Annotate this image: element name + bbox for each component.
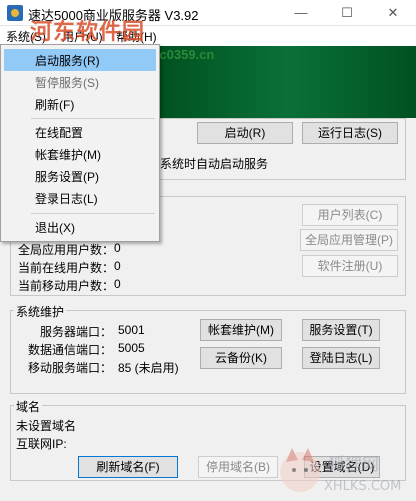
refresh-domain-button[interactable]: 刷新域名(F) bbox=[78, 456, 178, 478]
internet-ip-label: 互联网IP: bbox=[16, 437, 67, 451]
mobile-port-label: 移动服务端口： bbox=[28, 361, 113, 375]
menu-exit[interactable]: 退出(X) bbox=[35, 219, 75, 236]
run-log-button[interactable]: 运行日志(S) bbox=[302, 122, 398, 144]
disable-domain-button[interactable]: 停用域名(B) bbox=[198, 456, 278, 478]
menu-separator bbox=[31, 213, 155, 214]
server-port-label: 服务器端口： bbox=[40, 325, 113, 339]
logo-url: XHLKS.COM bbox=[324, 479, 401, 494]
menu-pause-service[interactable]: 暂停服务(S) bbox=[35, 74, 99, 91]
autostart-label: 系统时自动启动服务 bbox=[160, 157, 269, 171]
online-users-value: 0 bbox=[114, 259, 121, 273]
online-users-label: 当前在线用户数： bbox=[18, 261, 115, 275]
app-icon bbox=[7, 5, 23, 21]
service-settings-button[interactable]: 服务设置(T) bbox=[302, 319, 380, 341]
menu-refresh[interactable]: 刷新(F) bbox=[35, 96, 74, 113]
data-port-label: 数据通信端口： bbox=[28, 343, 113, 357]
global-app-mgmt-button[interactable]: 全局应用管理(P) bbox=[300, 229, 398, 251]
mobile-users-label: 当前移动用户数： bbox=[18, 279, 115, 293]
menu-account-maint[interactable]: 帐套维护(M) bbox=[35, 146, 101, 163]
menu-separator bbox=[31, 118, 155, 119]
mobile-users-value: 0 bbox=[114, 277, 121, 291]
menu-online-config[interactable]: 在线配置 bbox=[35, 124, 83, 141]
watermark-text: 河东软件园 bbox=[30, 19, 146, 44]
logo-title: 狐狸网 bbox=[328, 455, 379, 475]
close-button[interactable]: ✕ bbox=[370, 0, 416, 26]
menu-service-settings[interactable]: 服务设置(P) bbox=[35, 168, 99, 185]
global-users-label: 全局应用用户数： bbox=[18, 243, 115, 257]
user-list-button[interactable]: 用户列表(C) bbox=[302, 204, 398, 226]
login-log-button[interactable]: 登陆日志(L) bbox=[302, 347, 380, 369]
domain-group-title: 域名 bbox=[14, 398, 43, 415]
software-register-button[interactable]: 软件注册(U) bbox=[302, 255, 398, 277]
maintenance-group-title: 系统维护 bbox=[14, 303, 67, 320]
server-port-value: 5001 bbox=[118, 323, 145, 337]
system-menu-dropdown: 启动服务(R) 暂停服务(S) 刷新(F) 在线配置 帐套维护(M) 服务设置(… bbox=[0, 44, 160, 242]
menu-login-log[interactable]: 登录日志(L) bbox=[35, 190, 98, 207]
account-maint-button[interactable]: 帐套维护(M) bbox=[200, 319, 282, 341]
start-button[interactable]: 启动(R) bbox=[197, 122, 293, 144]
minimize-button[interactable]: — bbox=[278, 0, 324, 26]
fox-logo: 狐狸网 XHLKS.COM bbox=[280, 448, 401, 494]
global-users-value: 0 bbox=[114, 241, 121, 255]
maximize-button[interactable]: ☐ bbox=[324, 0, 370, 26]
cloud-backup-button[interactable]: 云备份(K) bbox=[200, 347, 282, 369]
menu-start-service[interactable]: 启动服务(R) bbox=[35, 52, 100, 69]
data-port-value: 5005 bbox=[118, 341, 145, 355]
domain-status-text: 未设置域名 bbox=[16, 419, 77, 433]
mobile-port-value: 85 (未启用) bbox=[118, 361, 179, 375]
